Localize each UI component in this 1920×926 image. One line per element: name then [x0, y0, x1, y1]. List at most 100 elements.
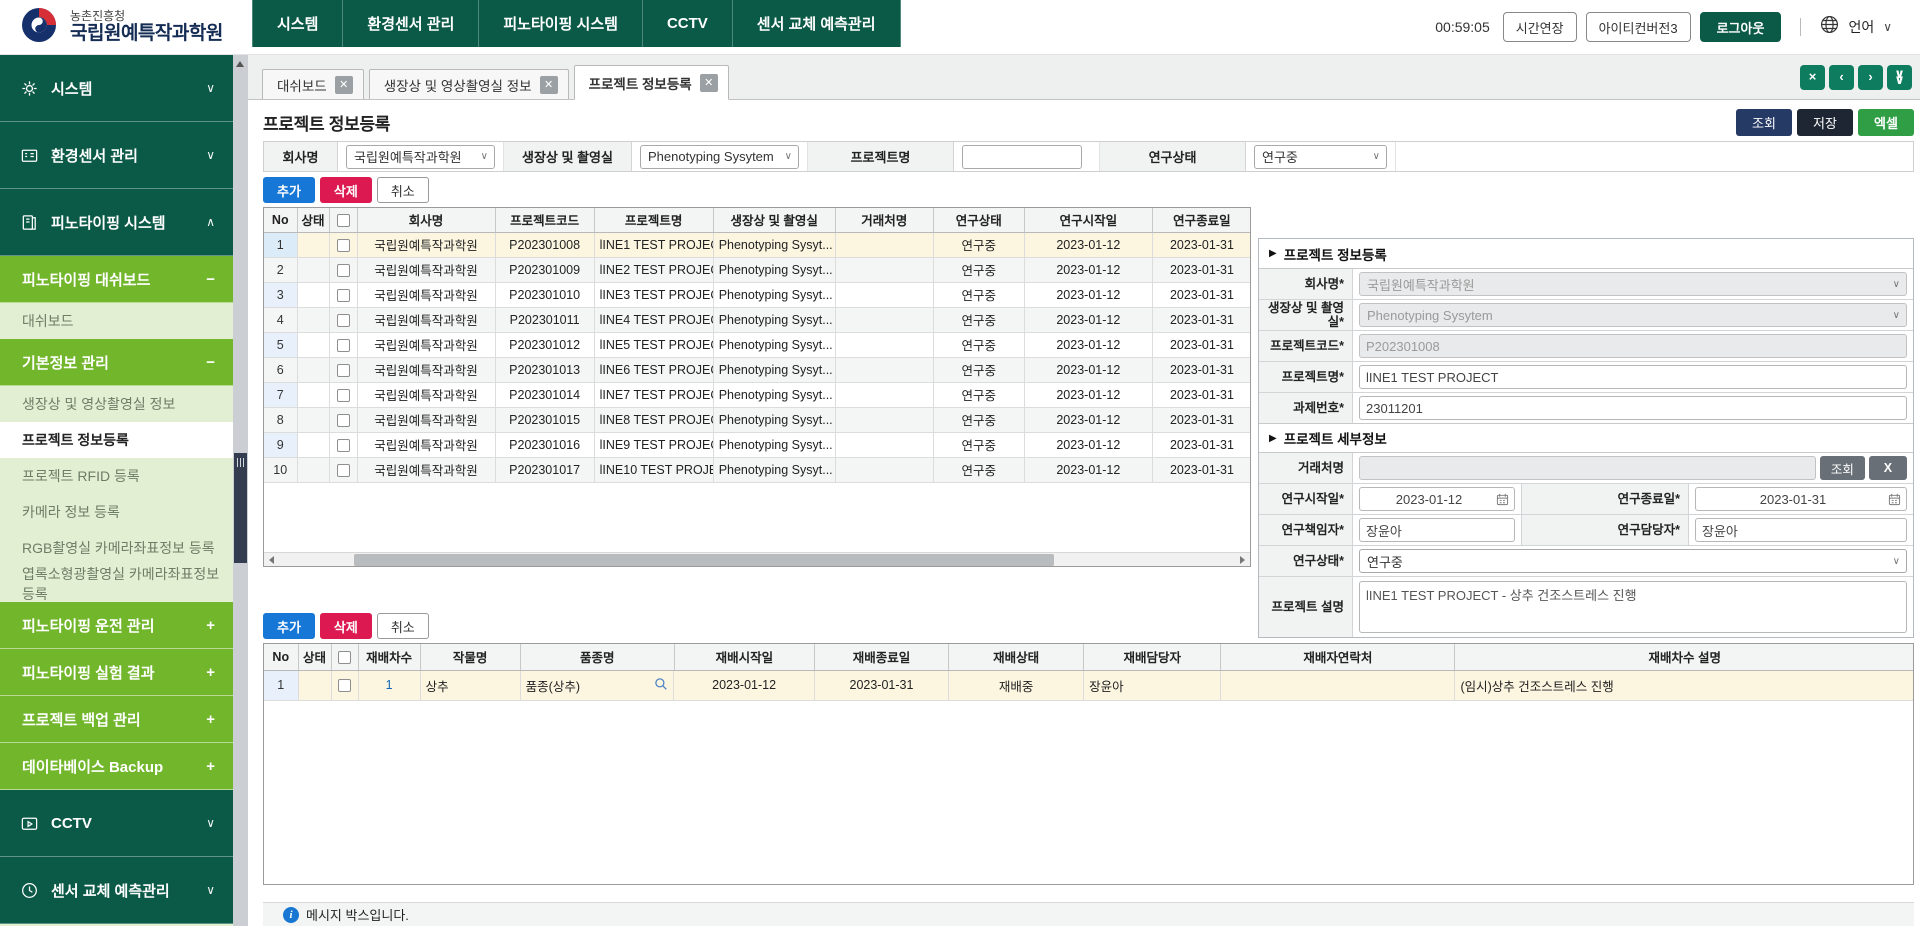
delete-button[interactable]: 삭제: [320, 177, 372, 203]
sidebar-item-프로젝트 정보등록[interactable]: 프로젝트 정보등록: [0, 422, 233, 458]
end-date-input[interactable]: [1695, 487, 1907, 511]
table-row[interactable]: 9국립원예특작과학원P202301016lINE9 TEST PROJECTPh…: [264, 432, 1251, 457]
table-row[interactable]: 1국립원예특작과학원P202301008lINE1 TEST PROJECTPh…: [264, 232, 1251, 257]
form-company-select[interactable]: 국립원예특작과학원∨: [1359, 272, 1907, 296]
scrollbar-thumb[interactable]: [354, 554, 1054, 566]
select-all-checkbox[interactable]: [337, 214, 350, 227]
sidebar-group-센서 교체 예측관리[interactable]: 센서 교체 예측관리 ∨: [0, 857, 233, 924]
close-icon[interactable]: ✕: [335, 76, 353, 94]
sidebar-section-기본정보 관리[interactable]: 기본정보 관리 −: [0, 339, 233, 386]
close-icon[interactable]: ✕: [700, 74, 718, 92]
cancel-button[interactable]: 취소: [377, 177, 429, 203]
client-clear-button[interactable]: X: [1869, 456, 1907, 480]
excel-button[interactable]: 엑셀: [1858, 109, 1914, 136]
cancel-button[interactable]: 취소: [377, 613, 429, 639]
form-status-select[interactable]: 연구중∨: [1359, 549, 1907, 573]
sidebar-item-카메라 정보 등록[interactable]: 카메라 정보 등록: [0, 494, 233, 530]
nav-item-피노타이핑 시스템[interactable]: 피노타이핑 시스템: [479, 0, 643, 47]
manager-input[interactable]: [1695, 518, 1907, 542]
row-checkbox[interactable]: [337, 289, 350, 302]
expand-toggle-icon: −: [206, 354, 215, 371]
sidebar-item-RGB촬영실 카메라좌표정보 등록[interactable]: RGB촬영실 카메라좌표정보 등록: [0, 530, 233, 566]
tab-프로젝트 정보등록[interactable]: 프로젝트 정보등록 ✕: [574, 65, 729, 100]
row-checkbox[interactable]: [337, 364, 350, 377]
logout-button[interactable]: 로그아웃: [1700, 12, 1782, 42]
extend-time-button[interactable]: 시간연장: [1503, 12, 1577, 42]
table-row[interactable]: 7국립원예특작과학원P202301014lINE7 TEST PROJECTPh…: [264, 382, 1251, 407]
scroll-right-arrow-icon[interactable]: [1235, 553, 1250, 567]
sidebar-section-피노타이핑 대쉬보드[interactable]: 피노타이핑 대쉬보드 −: [0, 256, 233, 303]
sidebar-section-프로젝트 백업 관리[interactable]: 프로젝트 백업 관리 +: [0, 696, 233, 743]
form-code-input[interactable]: [1359, 334, 1907, 358]
col-header-재배종료일: 재배종료일: [814, 644, 948, 670]
leader-input[interactable]: [1359, 518, 1515, 542]
row-checkbox[interactable]: [337, 314, 350, 327]
nav-item-환경센서 관리[interactable]: 환경센서 관리: [343, 0, 479, 47]
delete-button[interactable]: 삭제: [320, 613, 372, 639]
save-button[interactable]: 저장: [1797, 109, 1853, 136]
table-row[interactable]: 2국립원예특작과학원P202301009lINE2 TEST PROJECTPh…: [264, 257, 1251, 282]
sidebar-item-프로젝트 RFID 등록[interactable]: 프로젝트 RFID 등록: [0, 458, 233, 494]
row-checkbox[interactable]: [338, 679, 351, 692]
row-checkbox[interactable]: [337, 389, 350, 402]
row-checkbox[interactable]: [337, 414, 350, 427]
sidebar-group-피노타이핑 시스템[interactable]: 피노타이핑 시스템 ∧: [0, 189, 233, 256]
table-row[interactable]: 5국립원예특작과학원P202301012lINE5 TEST PROJECTPh…: [264, 332, 1251, 357]
scroll-up-arrow-icon[interactable]: [236, 61, 244, 67]
sidebar-section-데이타베이스 Backup[interactable]: 데이타베이스 Backup +: [0, 743, 233, 790]
row-checkbox[interactable]: [337, 264, 350, 277]
collapse-tabs-button[interactable]: ∨∨: [1887, 65, 1912, 90]
table-row[interactable]: 11상추품종(상추)2023-01-122023-01-31재배중장윤아(임시)…: [264, 670, 1914, 701]
search-button[interactable]: 조회: [1736, 109, 1792, 136]
table-row[interactable]: 6국립원예특작과학원P202301013lINE6 TEST PROJECTPh…: [264, 357, 1251, 382]
form-name-input[interactable]: [1359, 365, 1907, 389]
tab-대쉬보드[interactable]: 대쉬보드 ✕: [262, 69, 364, 99]
add-button[interactable]: 추가: [263, 177, 315, 203]
sidebar-group-환경센서 관리[interactable]: 환경센서 관리 ∨: [0, 122, 233, 189]
filter-company-select[interactable]: 국립원예특작과학원∨: [346, 145, 495, 169]
next-tab-button[interactable]: ›: [1858, 65, 1883, 90]
scroll-left-arrow-icon[interactable]: [264, 553, 279, 567]
sidebar-scrollbar[interactable]: [233, 55, 248, 926]
form-task-no-input[interactable]: [1359, 396, 1907, 420]
form-chamber-select[interactable]: Phenotyping Sysytem∨: [1359, 303, 1907, 327]
sidebar-group-CCTV[interactable]: CCTV ∨: [0, 790, 233, 857]
close-tab-button[interactable]: ×: [1800, 65, 1825, 90]
prev-tab-button[interactable]: ‹: [1829, 65, 1854, 90]
horizontal-scrollbar[interactable]: [264, 552, 1250, 566]
filter-chamber-select[interactable]: Phenotyping Sysytem∨: [640, 145, 799, 169]
filter-project-input[interactable]: [962, 145, 1082, 169]
select-all-checkbox[interactable]: [338, 651, 351, 664]
table-row[interactable]: 10국립원예특작과학원P202301017lINE10 TEST PROJE..…: [264, 457, 1251, 482]
row-checkbox[interactable]: [337, 239, 350, 252]
scrollbar-thumb[interactable]: [234, 453, 247, 563]
close-icon[interactable]: ✕: [540, 76, 558, 94]
sidebar-item-생장상 및 영상촬영실 정보[interactable]: 생장상 및 영상촬영실 정보: [0, 386, 233, 422]
sidebar-group-시스템[interactable]: 시스템 ∨: [0, 55, 233, 122]
table-row[interactable]: 3국립원예특작과학원P202301010lINE3 TEST PROJECTPh…: [264, 282, 1251, 307]
account-button[interactable]: 아이티컨버전3: [1586, 12, 1691, 42]
row-checkbox[interactable]: [337, 339, 350, 352]
col-header-회사명: 회사명: [357, 208, 495, 232]
sidebar-item-대쉬보드[interactable]: 대쉬보드: [0, 303, 233, 339]
chevron-down-icon[interactable]: ∨: [1883, 20, 1892, 34]
row-checkbox[interactable]: [337, 439, 350, 452]
table-row[interactable]: 8국립원예특작과학원P202301015lINE8 TEST PROJECTPh…: [264, 407, 1251, 432]
sidebar-item-엽록소형광촬영실 카메라좌표정보 등록[interactable]: 엽록소형광촬영실 카메라좌표정보 등록: [0, 566, 233, 602]
add-button[interactable]: 추가: [263, 613, 315, 639]
table-row[interactable]: 4국립원예특작과학원P202301011lINE4 TEST PROJECTPh…: [264, 307, 1251, 332]
start-date-input[interactable]: [1359, 487, 1515, 511]
search-magnifier-icon[interactable]: [654, 677, 668, 694]
project-desc-textarea[interactable]: lINE1 TEST PROJECT - 상추 건조스트레스 진행: [1359, 581, 1907, 633]
row-checkbox[interactable]: [337, 464, 350, 477]
nav-item-CCTV[interactable]: CCTV: [643, 0, 733, 47]
client-search-button[interactable]: 조회: [1820, 456, 1865, 480]
nav-item-센서 교체 예측관리[interactable]: 센서 교체 예측관리: [733, 0, 901, 47]
tab-생장상 및 영상촬영실 정보[interactable]: 생장상 및 영상촬영실 정보 ✕: [369, 69, 569, 99]
filter-status-select[interactable]: 연구중∨: [1254, 145, 1387, 169]
language-label[interactable]: 언어: [1848, 17, 1874, 37]
form-client-input[interactable]: [1359, 456, 1816, 480]
sidebar-section-피노타이핑 실험 결과[interactable]: 피노타이핑 실험 결과 +: [0, 649, 233, 696]
sidebar-section-피노타이핑 운전 관리[interactable]: 피노타이핑 운전 관리 +: [0, 602, 233, 649]
nav-item-시스템[interactable]: 시스템: [252, 0, 343, 47]
